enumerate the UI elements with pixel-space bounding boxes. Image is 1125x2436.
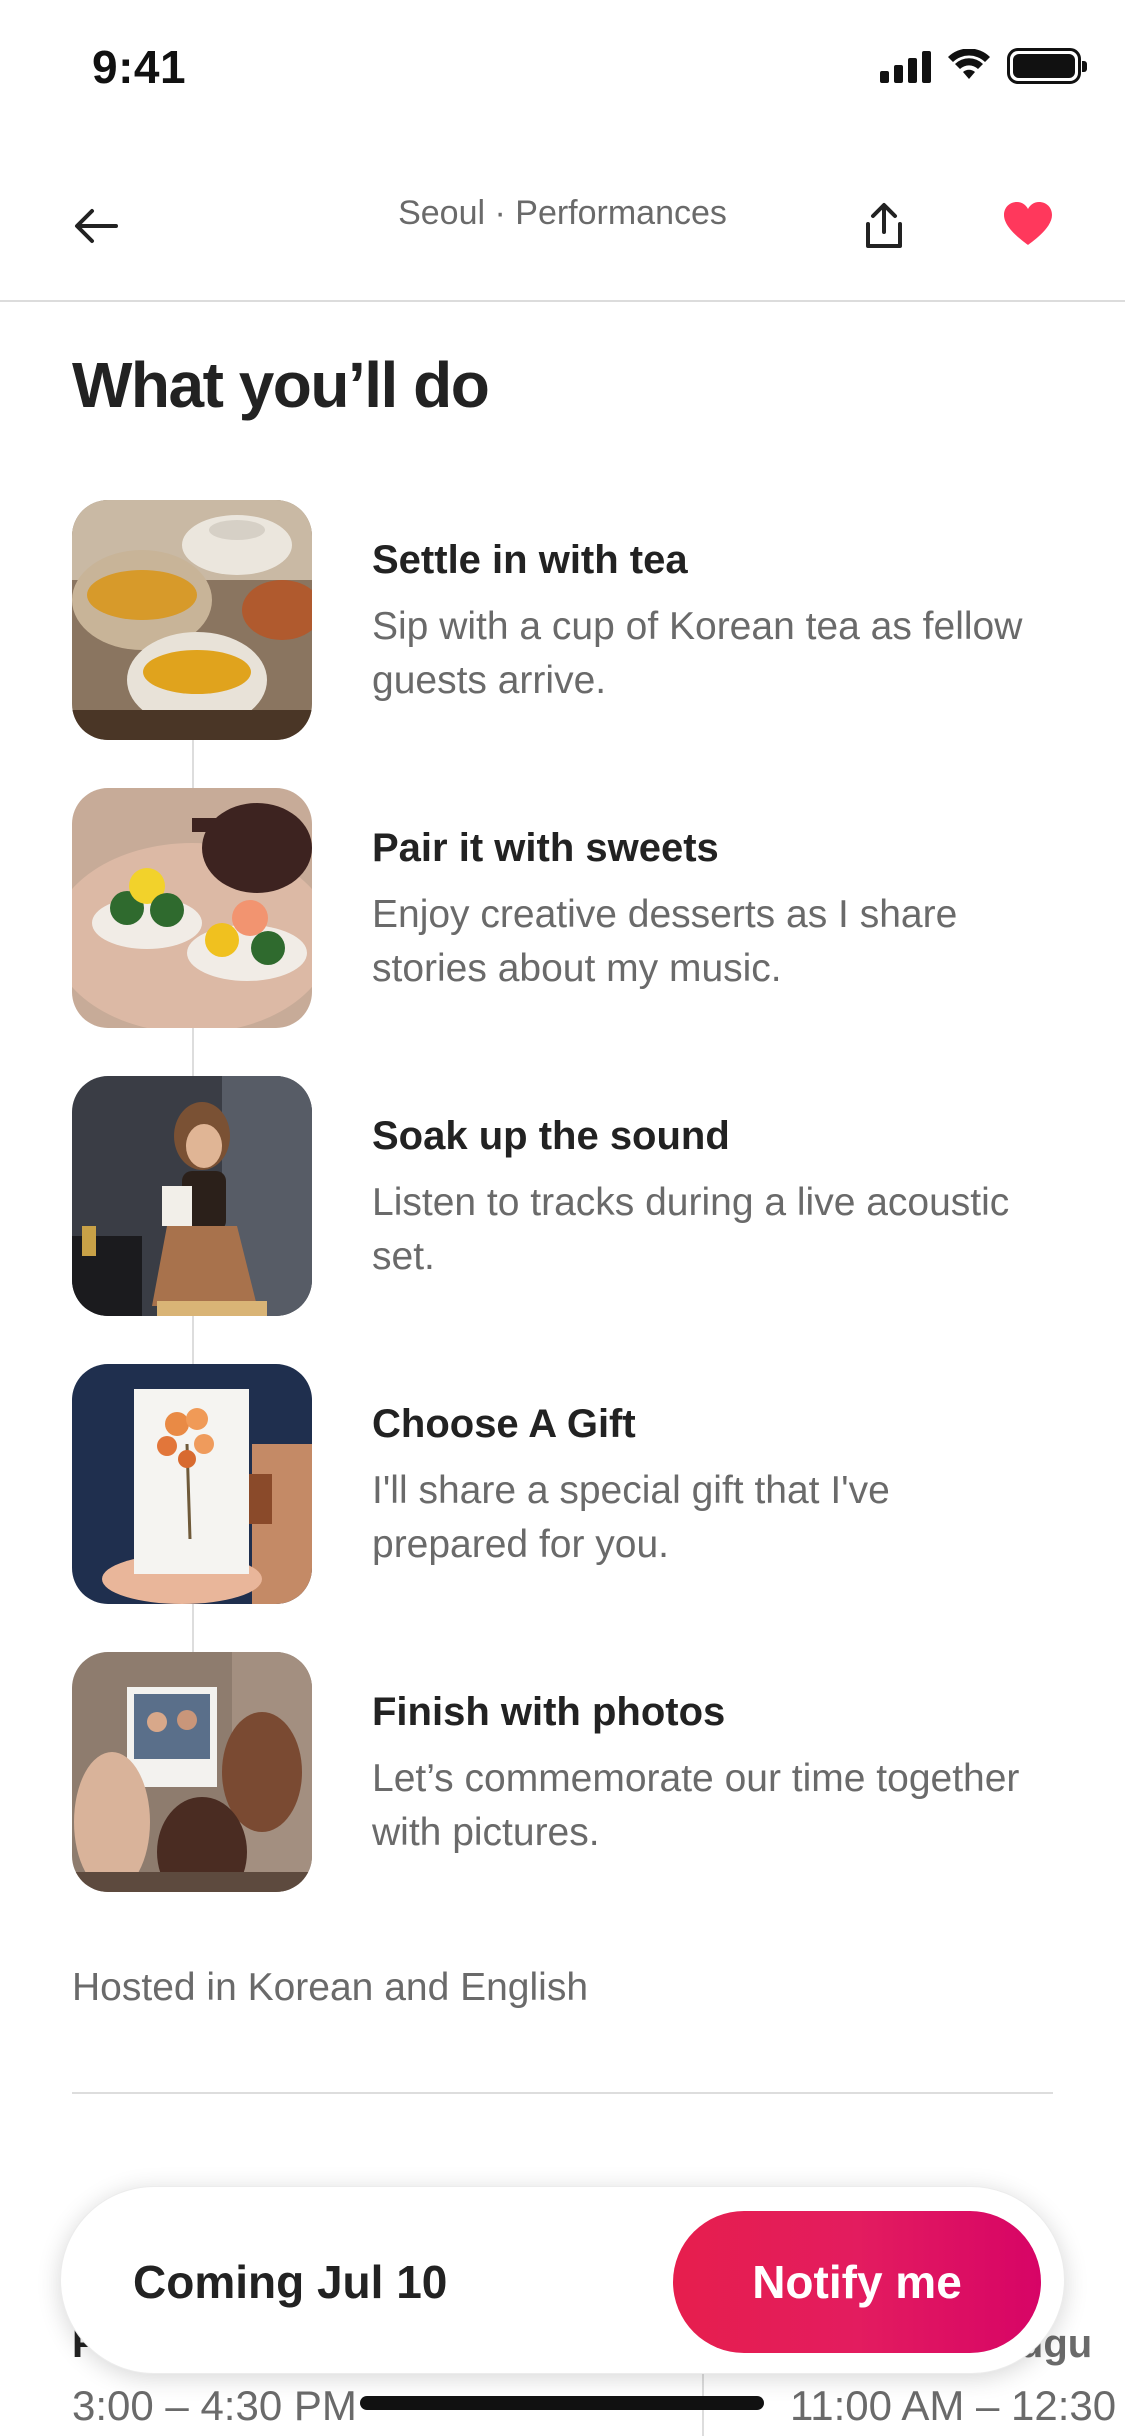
activity-item[interactable]: Soak up the sound Listen to tracks durin… xyxy=(72,1076,1072,1316)
availability-label: Coming Jul 10 xyxy=(133,2256,448,2308)
share-button[interactable] xyxy=(848,186,920,266)
nav-title: Seoul · Performances xyxy=(398,194,727,232)
activity-photo-tea xyxy=(72,500,312,740)
status-time: 9:41 xyxy=(92,41,187,93)
cellular-signal-icon xyxy=(880,49,931,83)
activity-title: Finish with photos xyxy=(372,1690,726,1734)
share-icon xyxy=(866,203,902,248)
activity-description: Sip with a cup of Korean tea as fellow g… xyxy=(372,605,1023,702)
availability-slot-time[interactable]: 3:00 – 4:30 PM xyxy=(72,2382,357,2430)
activity-title: Soak up the sound xyxy=(372,1114,730,1158)
status-icons xyxy=(880,48,1087,84)
section-divider xyxy=(72,2092,1053,2094)
reservation-bar: Coming Jul 10 Notify me xyxy=(60,2186,1065,2374)
wifi-icon xyxy=(948,49,990,79)
activity-title: Choose A Gift xyxy=(372,1402,636,1446)
nav-bar: Seoul · Performances xyxy=(0,150,1125,302)
activity-item[interactable]: Choose A Gift I'll share a special gift … xyxy=(72,1364,1072,1604)
heart-icon xyxy=(1004,202,1052,245)
activity-photo-concert xyxy=(72,1076,312,1316)
activity-photo-polaroid xyxy=(72,1652,312,1892)
activity-description: Listen to tracks during a live acoustic … xyxy=(372,1181,1010,1278)
section-title: What you’ll do xyxy=(72,349,490,421)
activity-item[interactable]: Pair it with sweets Enjoy creative desse… xyxy=(72,788,1072,1028)
status-bar: 9:41 xyxy=(0,0,1125,135)
favorite-button[interactable] xyxy=(992,188,1064,260)
activity-description: Let’s commemorate our time together with… xyxy=(372,1757,1020,1854)
activity-title: Settle in with tea xyxy=(372,538,688,582)
activity-item[interactable]: Settle in with tea Sip with a cup of Kor… xyxy=(72,500,1072,740)
activity-item[interactable]: Finish with photos Let’s commemorate our… xyxy=(72,1652,1072,1892)
hosted-language: Hosted in Korean and English xyxy=(72,1966,589,2009)
availability-slot-time[interactable]: 11:00 AM – 12:30 xyxy=(790,2382,1116,2430)
activity-photo-gift xyxy=(72,1364,312,1604)
activity-title: Pair it with sweets xyxy=(372,826,719,870)
activity-description: Enjoy creative desserts as I share stori… xyxy=(372,893,958,990)
notify-me-button[interactable]: Notify me xyxy=(673,2211,1041,2353)
activity-description: I'll share a special gift that I've prep… xyxy=(372,1469,890,1566)
home-indicator[interactable] xyxy=(360,2396,764,2410)
activity-photo-sweets xyxy=(72,788,312,1028)
battery-icon xyxy=(1007,48,1087,84)
